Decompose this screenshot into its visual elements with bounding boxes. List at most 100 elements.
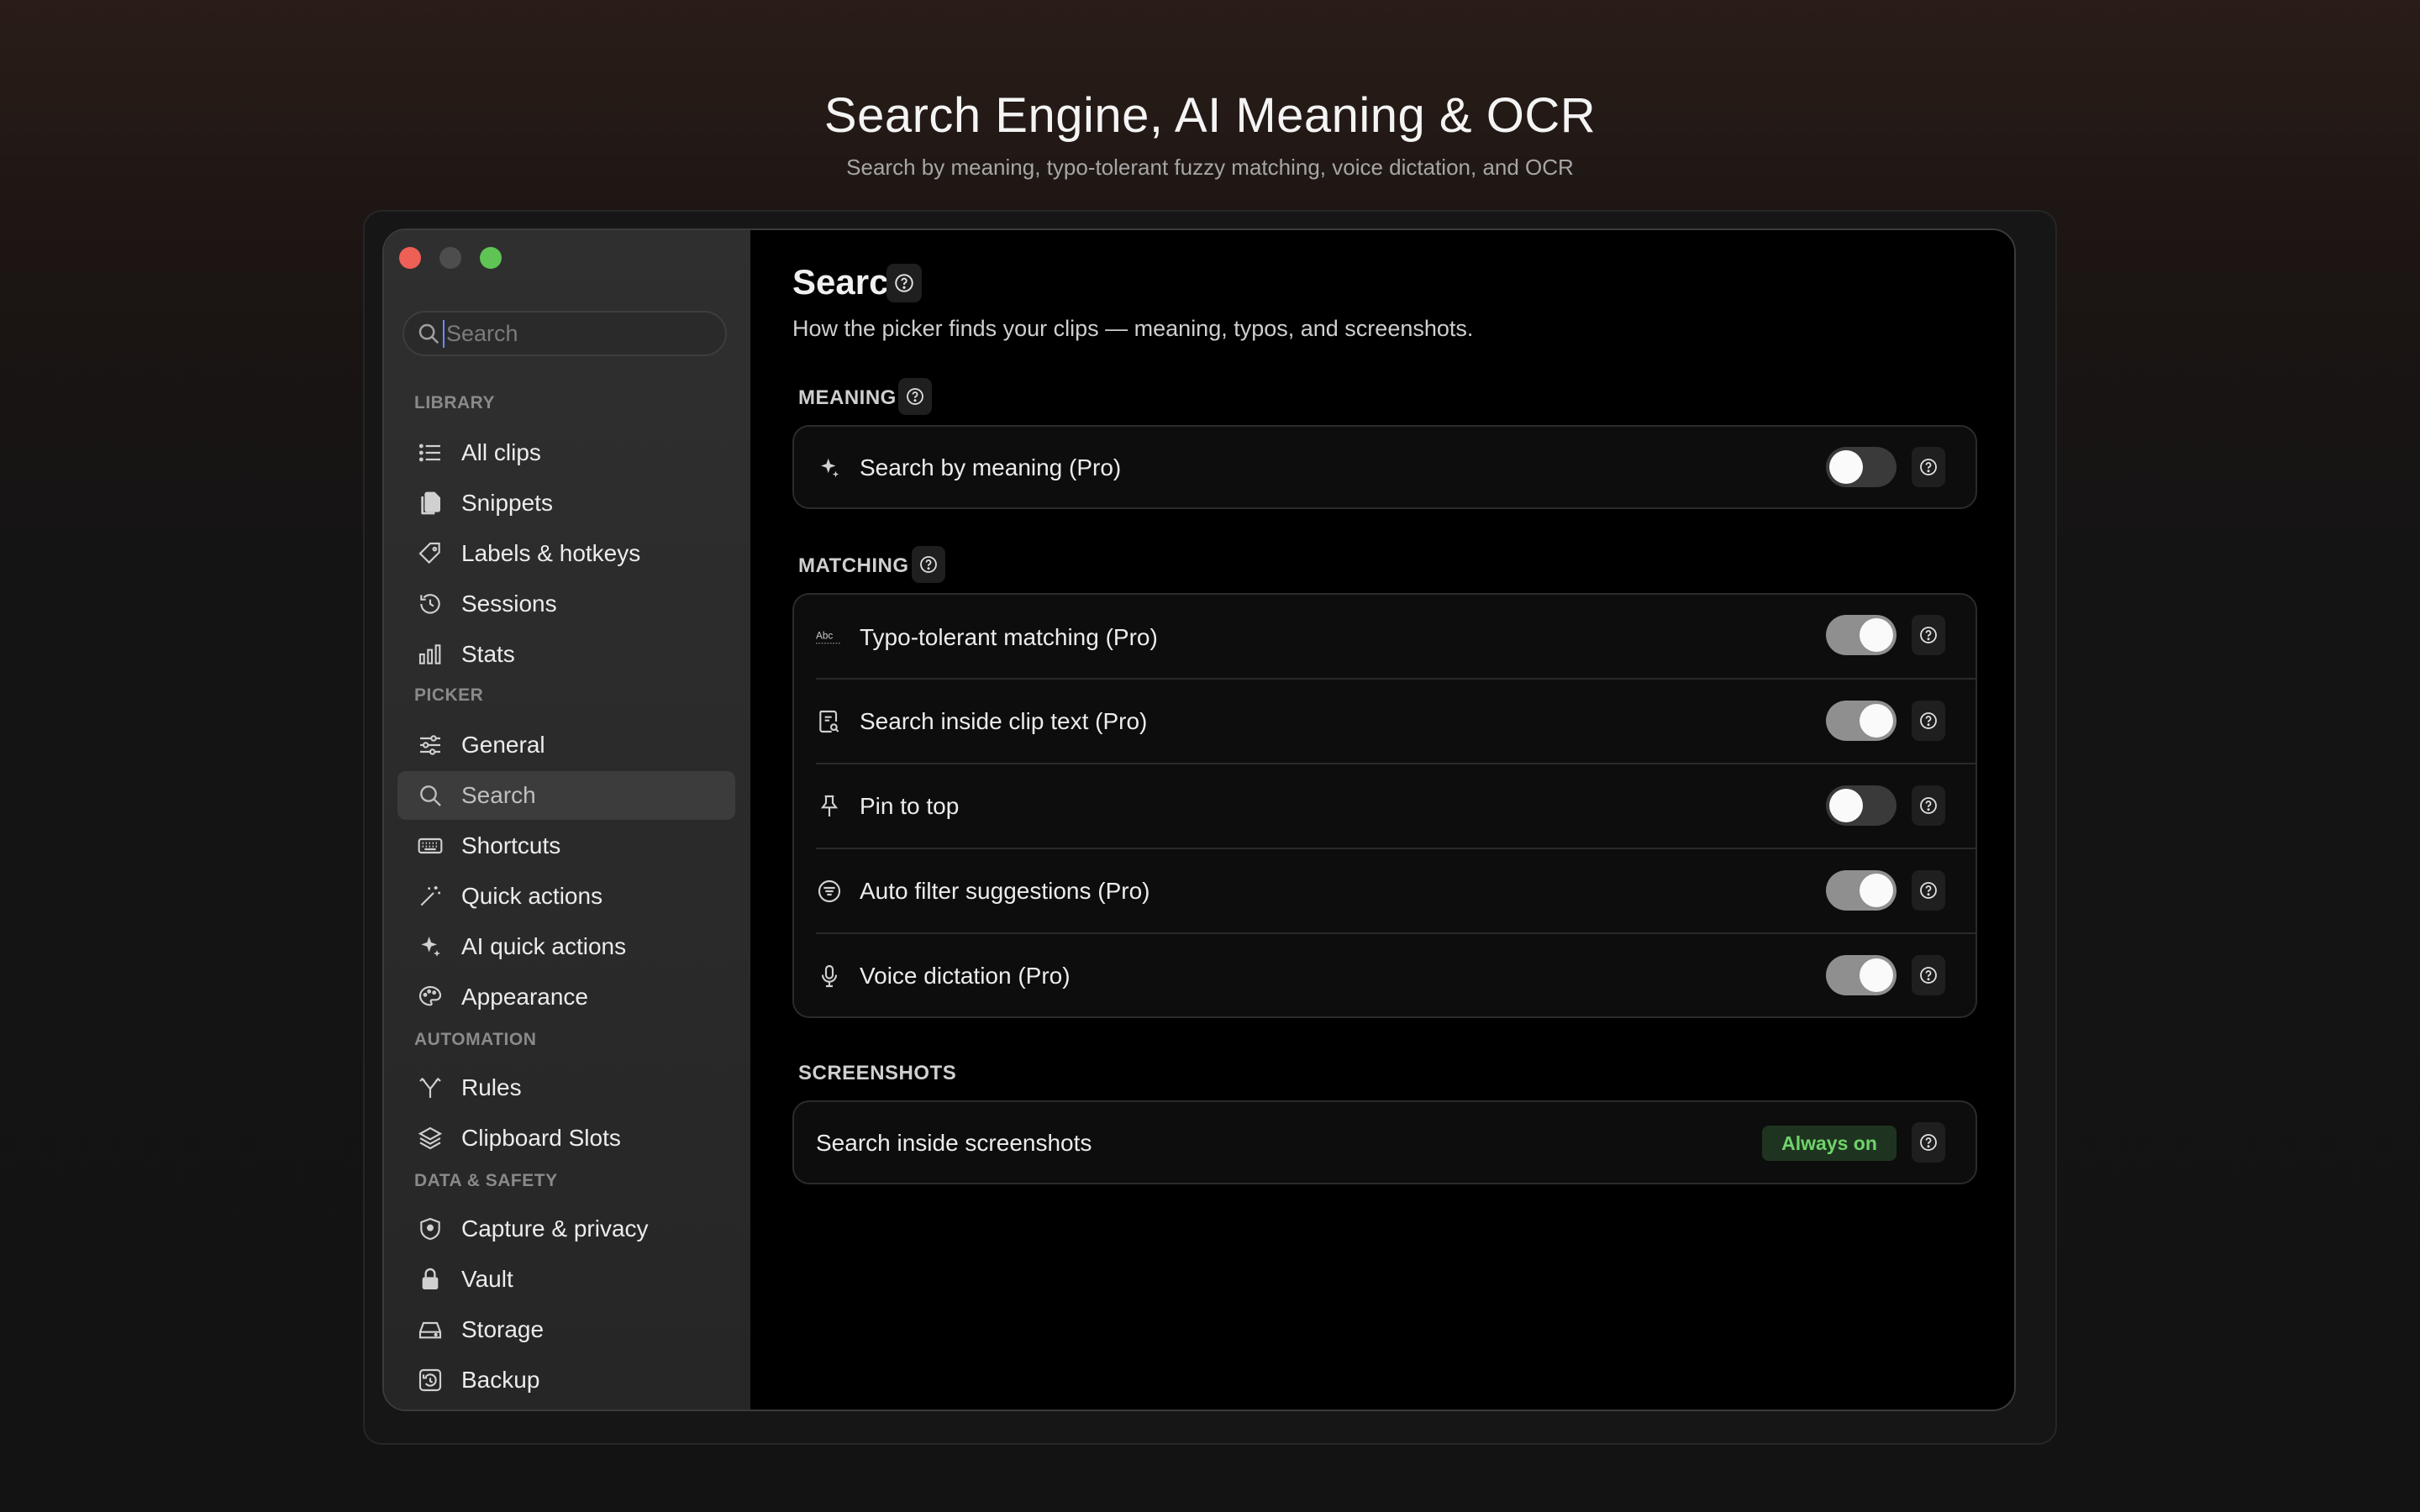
section-library-label: LIBRARY <box>414 393 496 412</box>
search-by-meaning-toggle[interactable] <box>1826 447 1897 487</box>
documents-icon <box>416 489 445 517</box>
sidebar-search-field[interactable] <box>402 311 727 356</box>
history-icon <box>416 590 445 618</box>
sidebar: LIBRARY All clips Snippets Labels & hotk… <box>384 230 750 1410</box>
meaning-help-button[interactable] <box>898 378 932 415</box>
setting-row-auto-filter: Auto filter suggestions (Pro) <box>816 870 1954 912</box>
shield-icon <box>416 1215 445 1243</box>
setting-label: Typo-tolerant matching (Pro) <box>860 624 1158 650</box>
sidebar-item-label: Backup <box>461 1367 540 1393</box>
sidebar-item-sessions[interactable]: Sessions <box>397 580 735 628</box>
question-circle-icon <box>1920 627 1937 643</box>
sidebar-item-label: Capture & privacy <box>461 1215 649 1242</box>
search-icon <box>416 781 445 810</box>
sidebar-item-general[interactable]: General <box>397 721 735 769</box>
sidebar-item-capture-privacy[interactable]: Capture & privacy <box>397 1205 735 1253</box>
sidebar-item-backup[interactable]: Backup <box>397 1356 735 1404</box>
auto-filter-help-button[interactable] <box>1912 870 1945 911</box>
settings-window: LIBRARY All clips Snippets Labels & hotk… <box>382 228 2016 1411</box>
sidebar-item-quick-actions[interactable]: Quick actions <box>397 872 735 921</box>
sidebar-item-label: Vault <box>461 1266 513 1292</box>
setting-label: Search inside screenshots <box>816 1130 1092 1156</box>
sidebar-item-label: Sessions <box>461 591 557 617</box>
sidebar-item-label: Clipboard Slots <box>461 1125 621 1151</box>
sidebar-item-ai-quick-actions[interactable]: AI quick actions <box>397 922 735 971</box>
sidebar-item-label: Quick actions <box>461 883 603 909</box>
sidebar-item-search[interactable]: Search <box>397 771 735 820</box>
sidebar-item-storage[interactable]: Storage <box>397 1305 735 1354</box>
document-search-icon <box>816 708 843 735</box>
pin-to-top-toggle[interactable] <box>1826 785 1897 826</box>
question-circle-icon <box>1920 797 1937 814</box>
setting-label: Auto filter suggestions (Pro) <box>860 878 1150 904</box>
voice-dictation-toggle[interactable] <box>1826 955 1897 995</box>
lock-icon <box>416 1265 445 1294</box>
setting-row-typo-tolerant: Abc Typo-tolerant matching (Pro) <box>816 617 1954 659</box>
section-picker-label: PICKER <box>414 685 484 705</box>
sidebar-item-stats[interactable]: Stats <box>397 630 735 679</box>
setting-row-search-by-meaning: Search by meaning (Pro) <box>816 447 1954 489</box>
hero-subtitle: Search by meaning, typo-tolerant fuzzy m… <box>846 155 1574 180</box>
question-circle-icon <box>895 274 913 292</box>
sidebar-item-label: All clips <box>461 439 541 465</box>
question-circle-icon <box>1920 967 1937 984</box>
typo-tolerant-toggle[interactable] <box>1826 615 1897 655</box>
branch-icon <box>416 1074 445 1102</box>
search-clip-text-help-button[interactable] <box>1912 701 1945 741</box>
sidebar-item-label: Search <box>461 782 536 808</box>
sidebar-search-input[interactable] <box>443 319 717 348</box>
matching-help-button[interactable] <box>912 546 945 583</box>
sparkle-icon <box>416 932 445 961</box>
search-clip-text-toggle[interactable] <box>1826 701 1897 741</box>
sidebar-item-label: Shortcuts <box>461 832 561 858</box>
sidebar-item-all-clips[interactable]: All clips <box>397 428 735 477</box>
minimize-window-button[interactable] <box>439 247 461 269</box>
hero-title: Search Engine, AI Meaning & OCR <box>823 88 1597 143</box>
pin-to-top-help-button[interactable] <box>1912 785 1945 826</box>
close-window-button[interactable] <box>399 247 421 269</box>
sidebar-item-label: Stats <box>461 641 515 667</box>
auto-filter-toggle[interactable] <box>1826 870 1897 911</box>
search-icon <box>418 323 439 344</box>
sidebar-item-clipboard-slots[interactable]: Clipboard Slots <box>397 1114 735 1163</box>
sidebar-item-rules[interactable]: Rules <box>397 1063 735 1112</box>
page-subtitle: How the picker finds your clips — meanin… <box>792 316 1474 341</box>
backup-icon <box>416 1366 445 1394</box>
layers-icon <box>416 1124 445 1152</box>
abc-icon: Abc <box>816 624 843 651</box>
group-matching-label: MATCHING <box>798 554 909 577</box>
sparkle-icon <box>816 454 843 481</box>
question-circle-icon <box>920 556 937 573</box>
sidebar-item-label: Rules <box>461 1074 522 1100</box>
keyboard-icon <box>416 832 445 860</box>
tag-icon <box>416 539 445 568</box>
group-meaning-label: MEANING <box>798 386 897 409</box>
page-help-button[interactable] <box>886 264 922 302</box>
setting-row-voice-dictation: Voice dictation (Pro) <box>816 955 1954 997</box>
sidebar-item-label: Appearance <box>461 984 589 1010</box>
search-by-meaning-help-button[interactable] <box>1912 447 1945 487</box>
sidebar-item-vault[interactable]: Vault <box>397 1255 735 1304</box>
typo-tolerant-help-button[interactable] <box>1912 615 1945 655</box>
zoom-window-button[interactable] <box>480 247 502 269</box>
question-circle-icon <box>1920 712 1937 729</box>
sidebar-item-label: Labels & hotkeys <box>461 540 641 566</box>
setting-row-search-clip-text: Search inside clip text (Pro) <box>816 701 1954 743</box>
sidebar-item-labels-hotkeys[interactable]: Labels & hotkeys <box>397 529 735 578</box>
filter-icon <box>816 878 843 905</box>
sidebar-item-appearance[interactable]: Appearance <box>397 973 735 1021</box>
screenshots-card: Search inside screenshots Always on <box>792 1100 1977 1184</box>
question-circle-icon <box>1920 459 1937 475</box>
voice-dictation-help-button[interactable] <box>1912 955 1945 995</box>
sidebar-item-shortcuts[interactable]: Shortcuts <box>397 822 735 870</box>
bar-chart-icon <box>416 640 445 669</box>
search-screenshots-help-button[interactable] <box>1912 1122 1945 1163</box>
sidebar-item-label: AI quick actions <box>461 933 627 959</box>
sidebar-item-label: General <box>461 732 545 758</box>
row-divider <box>816 763 1975 764</box>
sidebar-item-label: Storage <box>461 1316 544 1342</box>
setting-label: Search inside clip text (Pro) <box>860 708 1148 734</box>
question-circle-icon <box>907 388 923 405</box>
sidebar-item-snippets[interactable]: Snippets <box>397 479 735 528</box>
row-divider <box>816 678 1975 680</box>
